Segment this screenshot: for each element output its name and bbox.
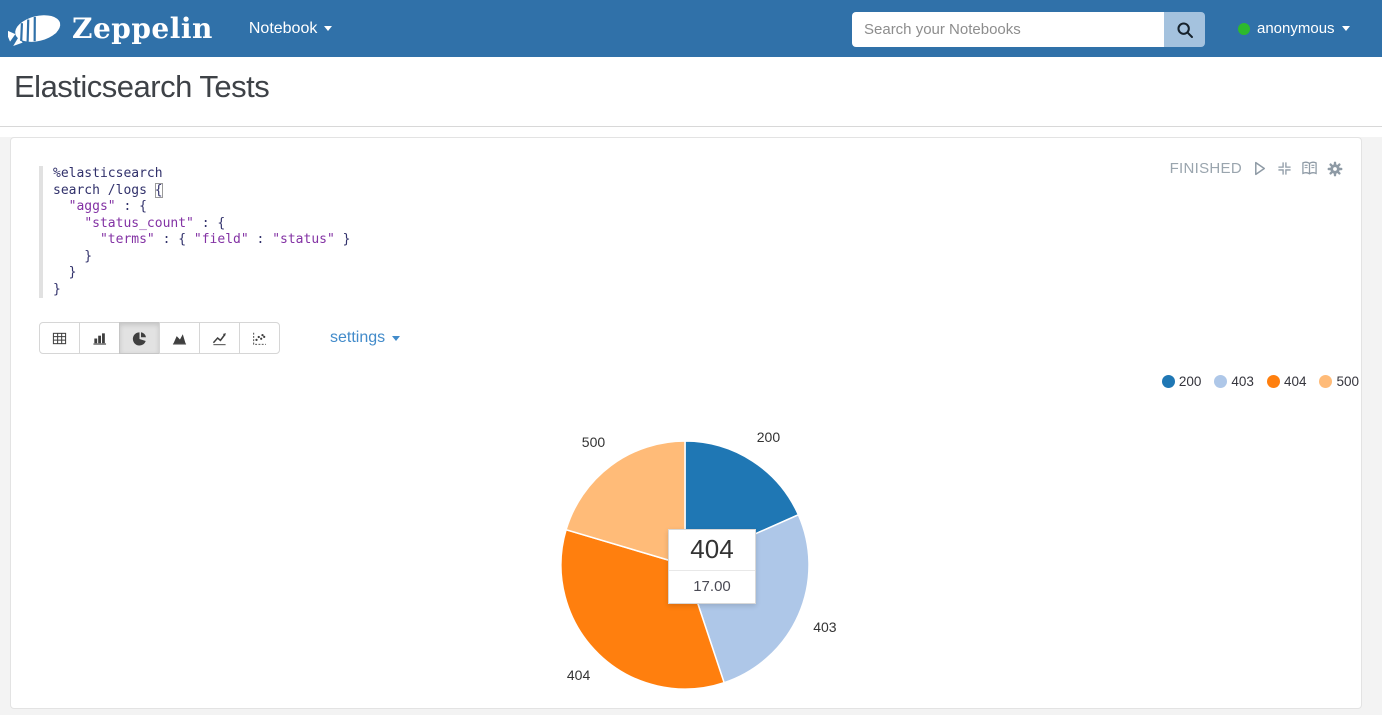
notebook-menu[interactable]: Notebook — [249, 20, 333, 38]
legend-item-403[interactable]: 403 — [1214, 374, 1254, 389]
legend-item-200[interactable]: 200 — [1162, 374, 1202, 389]
legend-dot — [1162, 375, 1175, 388]
tab-area-chart[interactable] — [159, 322, 200, 354]
chart-area: 200 403 404 500 404 17.00 200 403 404 500 — [11, 362, 1363, 709]
legend-dot — [1319, 375, 1332, 388]
pie-tooltip: 404 17.00 — [668, 529, 756, 604]
top-navbar: Zeppelin Notebook anonymous — [0, 0, 1382, 57]
notebook-body: FINISHED %elasticsearchsearch /logs { "a… — [0, 137, 1382, 715]
editor-cursor — [155, 183, 163, 198]
chart-type-tabs — [39, 322, 280, 354]
slice-label-500: 500 — [582, 434, 605, 450]
zeppelin-logo-brand[interactable]: Zeppelin — [8, 9, 213, 49]
search-input[interactable] — [852, 12, 1164, 47]
tab-bar-chart[interactable] — [79, 322, 120, 354]
username-label: anonymous — [1257, 20, 1335, 37]
table-icon — [52, 331, 67, 346]
tooltip-key: 404 — [669, 530, 755, 571]
run-paragraph-button[interactable] — [1251, 160, 1268, 177]
chart-legend: 200 403 404 500 — [1162, 374, 1359, 389]
note-title[interactable]: Elasticsearch Tests — [14, 69, 269, 105]
tab-table[interactable] — [39, 322, 80, 354]
line-chart-icon — [212, 331, 227, 346]
tab-line-chart[interactable] — [199, 322, 240, 354]
play-icon — [1251, 160, 1268, 177]
note-title-bar: Elasticsearch Tests ? default — [0, 57, 1382, 127]
brand-name: Zeppelin — [72, 12, 213, 45]
shrink-icon — [1277, 161, 1292, 176]
chart-settings-toggle[interactable]: settings — [330, 329, 400, 347]
settings-label: settings — [330, 329, 385, 347]
zeppelin-blimp-icon — [8, 9, 64, 49]
slice-label-200: 200 — [757, 429, 780, 445]
notebook-search — [852, 12, 1205, 47]
legend-label: 500 — [1336, 374, 1359, 389]
legend-item-500[interactable]: 500 — [1319, 374, 1359, 389]
user-menu[interactable]: anonymous — [1238, 0, 1350, 57]
search-icon — [1176, 21, 1194, 39]
paragraph-card: FINISHED %elasticsearchsearch /logs { "a… — [10, 137, 1362, 709]
legend-dot — [1214, 375, 1227, 388]
tooltip-value: 17.00 — [669, 571, 755, 603]
bar-chart-icon — [92, 331, 107, 346]
code-editor[interactable]: %elasticsearchsearch /logs { "aggs" : { … — [39, 166, 659, 298]
chevron-down-icon — [324, 26, 332, 31]
legend-label: 404 — [1284, 374, 1307, 389]
connection-status-dot — [1238, 23, 1250, 35]
legend-dot — [1267, 375, 1280, 388]
legend-label: 200 — [1179, 374, 1202, 389]
paragraph-controls: FINISHED — [1170, 160, 1343, 177]
pie-chart-icon — [132, 331, 147, 346]
collapse-paragraph-button[interactable] — [1277, 161, 1292, 176]
book-icon — [1301, 160, 1318, 177]
paragraph-status: FINISHED — [1170, 160, 1242, 177]
area-chart-icon — [172, 331, 187, 346]
notebook-menu-label: Notebook — [249, 20, 318, 38]
chevron-down-icon — [1342, 26, 1350, 31]
tab-pie-chart[interactable] — [119, 322, 160, 354]
gear-icon — [1327, 161, 1343, 177]
tab-scatter-chart[interactable] — [239, 322, 280, 354]
legend-label: 403 — [1231, 374, 1254, 389]
chevron-down-icon — [392, 336, 400, 341]
visualization-toolbar: settings — [39, 322, 1345, 354]
legend-item-404[interactable]: 404 — [1267, 374, 1307, 389]
slice-label-404: 404 — [567, 667, 590, 683]
code-lines: %elasticsearchsearch /logs { "aggs" : { … — [53, 166, 659, 298]
paragraph-settings-button[interactable] — [1327, 161, 1343, 177]
show-editor-button[interactable] — [1301, 160, 1318, 177]
scatter-chart-icon — [252, 331, 267, 346]
search-button[interactable] — [1164, 12, 1205, 47]
slice-label-403: 403 — [813, 619, 836, 635]
